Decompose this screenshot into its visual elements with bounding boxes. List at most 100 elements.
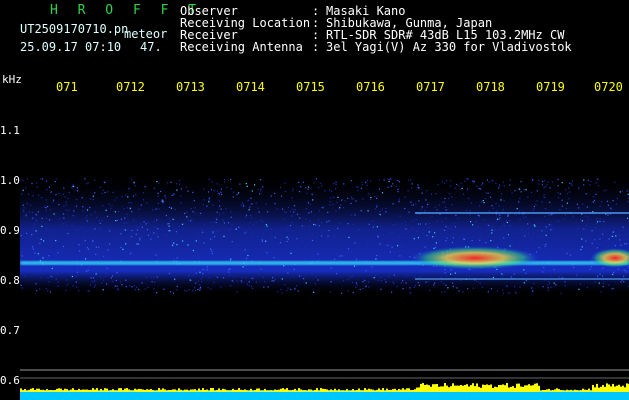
noise-speck: [411, 187, 413, 189]
noise-speck: [237, 192, 240, 194]
noise-speck: [352, 274, 354, 277]
level-peak: [554, 389, 556, 392]
level-peak: [448, 387, 450, 392]
noise-speck: [35, 182, 38, 184]
noise-speck: [232, 259, 234, 261]
noise-speck: [622, 226, 624, 228]
noise-speck: [208, 191, 210, 193]
noise-speck: [261, 240, 263, 242]
level-peak: [584, 389, 586, 392]
noise-speck: [571, 184, 573, 186]
noise-speck: [564, 214, 566, 216]
noise-speck: [232, 281, 234, 283]
noise-speck: [251, 235, 254, 237]
level-peak: [172, 389, 174, 392]
level-peak: [72, 388, 74, 392]
noise-speck: [488, 224, 490, 226]
noise-speck: [168, 223, 170, 225]
noise-speck: [105, 275, 107, 277]
noise-speck: [467, 189, 469, 191]
noise-speck: [592, 196, 595, 198]
noise-speck: [523, 188, 525, 190]
noise-speck: [154, 281, 156, 283]
level-peak: [362, 390, 364, 392]
noise-speck: [155, 254, 157, 256]
noise-speck: [106, 273, 109, 275]
noise-speck: [45, 288, 48, 290]
noise-speck: [451, 242, 454, 244]
noise-speck: [301, 251, 303, 253]
noise-speck: [451, 204, 453, 206]
level-peak: [500, 385, 502, 392]
meteor-echo-burst: [410, 246, 540, 270]
noise-speck: [141, 282, 143, 284]
noise-speck: [511, 240, 513, 242]
noise-speck: [216, 276, 218, 278]
noise-speck: [305, 208, 307, 210]
noise-speck: [279, 242, 282, 244]
level-peak: [302, 390, 304, 392]
noise-speck: [536, 190, 538, 192]
noise-speck: [195, 240, 197, 242]
noise-speck: [491, 229, 493, 231]
noise-speck: [448, 227, 450, 229]
noise-speck: [233, 275, 235, 278]
noise-speck: [506, 286, 508, 288]
noise-speck: [21, 287, 23, 289]
noise-speck: [544, 186, 547, 188]
noise-speck: [274, 192, 276, 194]
level-peak: [248, 390, 250, 392]
noise-speck: [54, 181, 56, 183]
noise-speck: [95, 271, 97, 274]
noise-speck: [187, 219, 189, 221]
noise-speck: [129, 207, 131, 209]
noise-speck: [547, 284, 549, 286]
noise-speck: [408, 211, 410, 213]
level-peak: [276, 389, 278, 392]
noise-speck: [157, 192, 159, 194]
noise-speck: [490, 240, 492, 242]
level-peak: [574, 389, 576, 392]
noise-speck: [441, 220, 443, 222]
noise-speck: [125, 254, 127, 257]
noise-speck: [242, 266, 244, 268]
noise-speck: [32, 246, 34, 248]
noise-speck: [583, 252, 585, 254]
noise-speck: [545, 272, 547, 274]
noise-speck: [277, 272, 279, 274]
antenna-value: 3el Yagi(V) Az 330 for Vladivostok: [326, 40, 572, 54]
noise-speck: [443, 283, 445, 285]
noise-speck: [545, 243, 547, 245]
level-peak: [592, 385, 594, 392]
noise-speck: [41, 217, 43, 219]
noise-speck: [165, 233, 167, 235]
noise-speck: [541, 201, 543, 203]
noise-speck: [286, 236, 288, 238]
noise-speck: [104, 273, 106, 275]
noise-speck: [479, 234, 481, 236]
noise-speck: [317, 279, 319, 281]
noise-speck: [324, 190, 326, 192]
noise-speck: [413, 286, 415, 288]
noise-speck: [603, 190, 605, 192]
y-tick-1-0: 1.0: [0, 174, 20, 187]
noise-speck: [559, 209, 561, 211]
noise-speck: [165, 197, 167, 199]
noise-speck: [128, 187, 130, 190]
noise-speck: [625, 271, 627, 273]
level-peak: [78, 388, 80, 392]
noise-speck: [49, 209, 52, 211]
noise-speck: [199, 289, 201, 291]
noise-speck: [495, 203, 497, 205]
noise-speck: [593, 199, 596, 202]
noise-speck: [350, 180, 353, 182]
noise-speck: [330, 197, 332, 199]
noise-speck: [35, 213, 37, 216]
noise-speck: [194, 289, 196, 291]
noise-speck: [508, 225, 511, 227]
level-peak: [586, 389, 588, 392]
noise-speck: [292, 188, 294, 190]
noise-speck: [595, 223, 598, 225]
noise-speck: [73, 185, 75, 188]
noise-speck: [397, 245, 399, 247]
